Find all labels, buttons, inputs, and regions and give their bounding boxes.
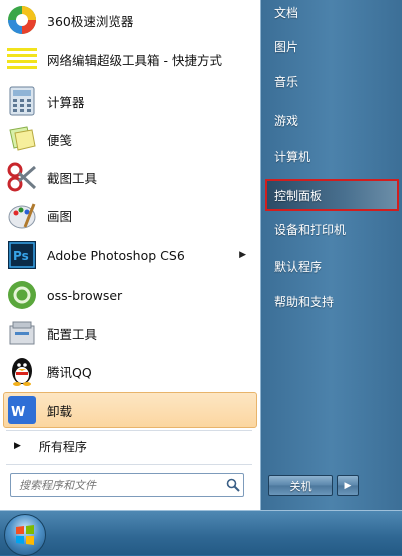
submenu-arrow-icon[interactable]: ▶ [239, 250, 246, 260]
program-360-browser[interactable]: 360极速浏览器 [4, 3, 256, 37]
calculator-icon [6, 85, 38, 117]
photoshop-icon: Ps [6, 239, 38, 271]
svg-text:Ps: Ps [13, 249, 29, 263]
program-calculator[interactable]: 计算器 [4, 84, 256, 118]
all-programs-label: 所有程序 [38, 439, 87, 454]
program-label: 网络编辑超级工具箱 - 快捷方式 [47, 52, 222, 68]
svg-text:W: W [11, 405, 25, 420]
program-oss-browser[interactable]: oss-browser [4, 278, 256, 312]
start-button[interactable] [4, 514, 46, 556]
start-menu-program-list: 360极速浏览器 网络编辑超级工具箱 - 快捷方式 计算器 便笺 截图工具 画图… [0, 0, 261, 510]
play-arrow-icon: ▶ [14, 441, 21, 451]
link-control-panel[interactable]: 控制面板 [265, 179, 399, 211]
link-computer[interactable]: 计算机 [267, 141, 399, 171]
link-devices-printers[interactable]: 设备和打印机 [267, 214, 399, 244]
program-label: 卸载 [47, 403, 73, 419]
search-input[interactable] [17, 475, 223, 495]
qq-penguin-icon [6, 355, 38, 387]
program-label: 便笺 [47, 132, 73, 148]
link-label: 游戏 [274, 113, 299, 128]
start-menu-links-pane: 文档 图片 音乐 游戏 计算机 控制面板 设备和打印机 默认程序 帮助和支持 [261, 0, 402, 510]
search-box[interactable] [10, 473, 244, 497]
link-label: 控制面板 [274, 188, 323, 203]
link-documents[interactable]: 文档 [267, 0, 399, 27]
shutdown-options-button[interactable]: ▶ [337, 475, 359, 496]
snipping-tool-icon [6, 161, 38, 193]
oss-browser-icon [6, 279, 38, 311]
link-label: 音乐 [274, 74, 299, 89]
program-sticky-notes[interactable]: 便笺 [4, 122, 256, 156]
taskbar [0, 510, 402, 556]
divider [6, 430, 252, 431]
program-wps-uninstall[interactable]: W 卸载 [3, 392, 257, 428]
chevron-right-icon: ▶ [344, 480, 352, 491]
shutdown-label: 关机 [289, 479, 312, 493]
browser-360-icon [6, 4, 38, 36]
all-programs-item[interactable]: ▶ 所有程序 [4, 433, 256, 459]
program-paint[interactable]: 画图 [4, 198, 256, 232]
toolbox-shortcut-icon [6, 43, 38, 75]
program-label: Adobe Photoshop CS6 [47, 247, 185, 263]
program-toolbox-shortcut[interactable]: 网络编辑超级工具箱 - 快捷方式 [4, 42, 256, 76]
link-help-support[interactable]: 帮助和支持 [267, 286, 399, 316]
program-label: oss-browser [47, 287, 123, 303]
link-label: 计算机 [274, 149, 311, 164]
program-config-tool[interactable]: 配置工具 [4, 316, 256, 350]
link-games[interactable]: 游戏 [267, 105, 399, 135]
windows-logo-icon [16, 525, 34, 545]
link-music[interactable]: 音乐 [267, 66, 399, 96]
program-tencent-qq[interactable]: 腾讯QQ [4, 354, 256, 388]
program-snipping-tool[interactable]: 截图工具 [4, 160, 256, 194]
config-tool-icon [6, 317, 38, 349]
link-label: 设备和打印机 [274, 222, 347, 237]
search-icon[interactable] [223, 476, 243, 494]
wps-uninstall-icon: W [6, 394, 38, 426]
program-label: 截图工具 [47, 170, 98, 186]
link-label: 图片 [274, 39, 299, 54]
link-pictures[interactable]: 图片 [267, 31, 399, 61]
sticky-notes-icon [6, 123, 38, 155]
program-label: 计算器 [47, 94, 85, 110]
link-label: 默认程序 [274, 259, 323, 274]
program-photoshop[interactable]: Ps Adobe Photoshop CS6 ▶ [4, 238, 256, 272]
program-label: 画图 [47, 208, 73, 224]
divider [6, 464, 252, 465]
link-label: 文档 [274, 5, 299, 20]
program-label: 腾讯QQ [47, 364, 92, 380]
paint-icon [6, 199, 38, 231]
program-label: 配置工具 [47, 326, 98, 342]
link-label: 帮助和支持 [274, 294, 335, 309]
shutdown-button[interactable]: 关机 [268, 475, 333, 496]
link-default-programs[interactable]: 默认程序 [267, 251, 399, 281]
program-label: 360极速浏览器 [47, 13, 134, 29]
